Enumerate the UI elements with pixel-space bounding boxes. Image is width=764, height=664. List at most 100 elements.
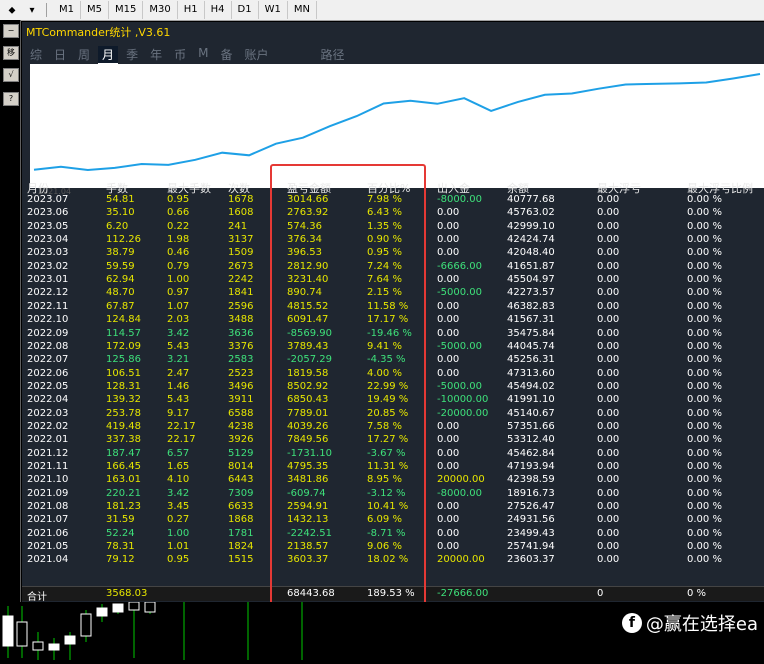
facebook-icon: f [621, 613, 642, 633]
tab-8[interactable]: 备 [216, 46, 236, 65]
table-cell: 2583 [228, 354, 254, 366]
tab-1[interactable]: 日 [50, 46, 70, 65]
timeframe-w1-button[interactable]: W1 [259, 1, 288, 19]
table-cell: 0.95 [167, 194, 190, 205]
timeframe-m5-button[interactable]: M5 [81, 1, 109, 19]
move-button[interactable]: 移 [3, 46, 19, 60]
table-cell: 253.78 [106, 407, 141, 419]
minimize-button[interactable]: − [3, 24, 19, 38]
tab-9[interactable]: 账户 [240, 46, 272, 65]
dropdown-arrow-icon[interactable]: ▾ [24, 3, 40, 17]
table-cell: 0.00 [437, 434, 460, 446]
table-cell: -5000.00 [437, 340, 482, 352]
table-cell: 0.00 % [687, 220, 722, 232]
timeframe-mn-button[interactable]: MN [288, 1, 317, 19]
tab-4[interactable]: 季 [122, 46, 142, 65]
table-cell: 0.00 [437, 367, 460, 379]
pnl-highlight-box [270, 164, 426, 620]
tab-6[interactable]: 币 [170, 46, 190, 65]
table-cell: 2022.02 [27, 420, 69, 432]
table-cell: 1608 [228, 207, 254, 219]
table-cell: 44045.74 [507, 340, 555, 352]
table-cell: 0.00 [597, 194, 620, 205]
table-cell: 0.00 % [687, 541, 722, 553]
table-cell: 0.46 [167, 247, 190, 259]
table-cell: 0.00 % [687, 327, 722, 339]
table-cell: 0.00 [597, 541, 620, 553]
table-cell: 2023.03 [27, 247, 69, 259]
tab-2[interactable]: 周 [74, 46, 94, 65]
table-cell: 47193.94 [507, 461, 555, 472]
table-cell: 0.00 [597, 461, 620, 472]
timeframe-m15-button[interactable]: M15 [109, 1, 144, 19]
tab-3[interactable]: 月 [98, 46, 119, 65]
table-cell: 187.47 [106, 447, 141, 459]
timeframe-m1-button[interactable]: M1 [53, 1, 81, 19]
table-cell: 0.00 [597, 300, 620, 312]
table-cell: 0.00 % [687, 194, 722, 205]
table-cell: 0.00 [597, 501, 620, 513]
table-cell: 0.00 % [687, 394, 722, 406]
timeframe-m30-button[interactable]: M30 [143, 1, 178, 19]
table-cell: 1824 [228, 541, 254, 553]
table-cell: 38.79 [106, 247, 135, 259]
table-cell: 6.57 [167, 447, 190, 459]
table-cell: 163.01 [106, 474, 141, 486]
table-cell: 0.00 [437, 274, 460, 286]
table-cell: 0.00 % [687, 420, 722, 432]
table-cell: 106.51 [106, 367, 141, 379]
table-cell: 6588 [228, 407, 254, 419]
table-cell: 22.17 [167, 420, 196, 432]
table-cell: 2022.04 [27, 394, 69, 406]
table-cell: 220.21 [106, 487, 141, 499]
table-cell: 1.46 [167, 380, 190, 392]
check-button[interactable]: √ [3, 68, 19, 82]
table-cell: 0.00 [597, 380, 620, 392]
table-cell: 0.00 % [687, 474, 722, 486]
table-cell: 45140.67 [507, 407, 555, 419]
table-cell: 0.00 [597, 514, 620, 526]
table-cell: 124.84 [106, 314, 141, 326]
table-cell: 0.00 [597, 447, 620, 459]
table-cell: 2022.05 [27, 380, 69, 392]
table-cell: 0.00 [597, 474, 620, 486]
table-cell: 5.43 [167, 394, 190, 406]
table-cell: 125.86 [106, 354, 141, 366]
tab-0[interactable]: 综 [26, 46, 46, 65]
table-cell: 2021.11 [27, 461, 69, 472]
timeframe-h4-button[interactable]: H4 [205, 1, 232, 19]
table-cell: 0.00 [597, 287, 620, 299]
timeframe-d1-button[interactable]: D1 [232, 1, 259, 19]
help-button[interactable]: ? [3, 92, 19, 106]
table-cell: 1.00 [167, 274, 190, 286]
timeframe-h1-button[interactable]: H1 [178, 1, 205, 19]
table-cell: 42273.57 [507, 287, 555, 299]
table-cell: 18916.73 [507, 487, 555, 499]
table-cell: 59.59 [106, 260, 135, 272]
table-cell: 25741.94 [507, 541, 555, 553]
total-float: 0 [597, 588, 604, 599]
table-cell: 2021.07 [27, 514, 69, 526]
table-cell: 0.00 % [687, 367, 722, 379]
table-cell: 45494.02 [507, 380, 555, 392]
table-cell: 41991.10 [507, 394, 555, 406]
table-cell: 2021.04 [27, 554, 69, 566]
table-cell: 2023.01 [27, 274, 69, 286]
drag-handle-icon[interactable]: ⬥ [4, 3, 20, 17]
table-cell: 1781 [228, 527, 254, 539]
table-cell: 46382.83 [507, 300, 555, 312]
tab-10[interactable]: 路径 [317, 46, 349, 65]
table-cell: 42398.59 [507, 474, 555, 486]
table-cell: 5.43 [167, 340, 190, 352]
table-cell: 45504.97 [507, 274, 555, 286]
table-cell: 5129 [228, 447, 254, 459]
table-cell: 0.00 [597, 247, 620, 259]
table-cell: 4238 [228, 420, 254, 432]
table-cell: 0.00 [597, 207, 620, 219]
table-cell: 0.00 [597, 434, 620, 446]
table-cell: 0.66 [167, 207, 190, 219]
tab-5[interactable]: 年 [146, 46, 166, 65]
table-cell: -20000.00 [437, 407, 489, 419]
tab-7[interactable]: M [194, 46, 212, 65]
table-cell: 0.00 % [687, 274, 722, 286]
